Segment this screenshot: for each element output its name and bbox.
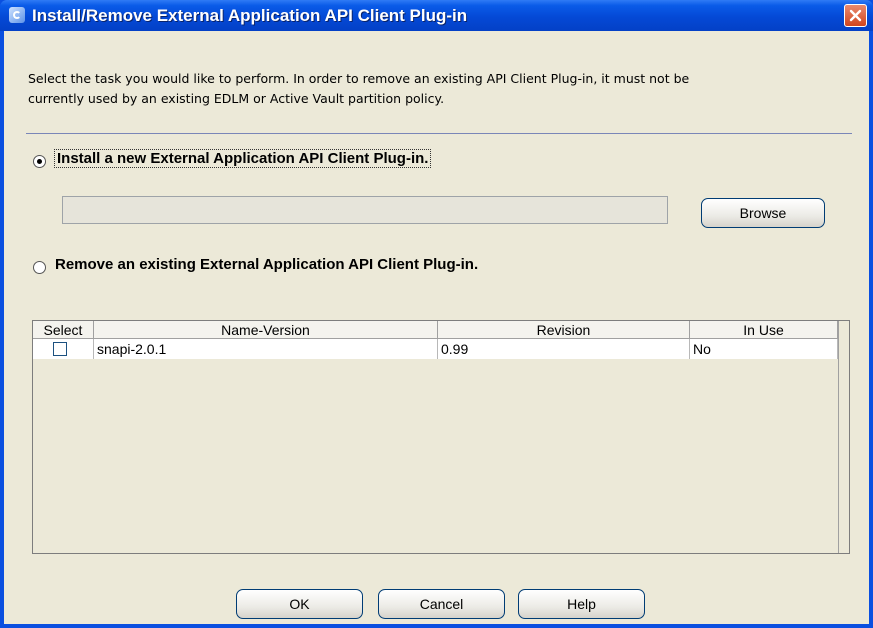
install-option-label[interactable]: Install a new External Application API C… bbox=[54, 149, 432, 168]
column-header-select[interactable]: Select bbox=[33, 321, 94, 339]
browse-button[interactable]: Browse bbox=[701, 198, 825, 228]
plugin-table[interactable]: Select Name-Version Revision In Use snap… bbox=[32, 320, 850, 554]
dialog-window: Install/Remove External Application API … bbox=[0, 0, 873, 628]
revision-cell: 0.99 bbox=[438, 339, 690, 359]
dialog-body: Select the task you would like to perfor… bbox=[4, 31, 869, 624]
close-button[interactable] bbox=[844, 4, 867, 27]
instructions-line-1: Select the task you would like to perfor… bbox=[28, 71, 690, 86]
table-row[interactable]: snapi-2.0.1 0.99 No bbox=[33, 339, 838, 359]
row-select-checkbox[interactable] bbox=[53, 342, 67, 356]
remove-radio[interactable] bbox=[33, 261, 46, 274]
column-header-in-use[interactable]: In Use bbox=[690, 321, 838, 339]
instructions-line-2: currently used by an existing EDLM or Ac… bbox=[28, 91, 445, 106]
install-radio[interactable] bbox=[33, 155, 46, 168]
table-header: Select Name-Version Revision In Use bbox=[33, 321, 849, 339]
ok-button[interactable]: OK bbox=[236, 589, 363, 619]
separator bbox=[26, 133, 852, 134]
name-version-cell: snapi-2.0.1 bbox=[94, 339, 438, 359]
select-cell[interactable] bbox=[33, 339, 94, 359]
column-header-name-version[interactable]: Name-Version bbox=[94, 321, 438, 339]
title-bar[interactable]: Install/Remove External Application API … bbox=[0, 0, 873, 31]
table-scrollbar[interactable] bbox=[838, 321, 849, 553]
remove-option-label[interactable]: Remove an existing External Application … bbox=[55, 256, 478, 273]
column-header-revision[interactable]: Revision bbox=[438, 321, 690, 339]
plugin-path-field[interactable] bbox=[62, 196, 668, 224]
close-icon bbox=[849, 9, 862, 22]
app-icon bbox=[9, 7, 25, 23]
help-button[interactable]: Help bbox=[518, 589, 645, 619]
window-title: Install/Remove External Application API … bbox=[32, 6, 468, 25]
instructions: Select the task you would like to perfor… bbox=[28, 69, 828, 109]
cancel-button[interactable]: Cancel bbox=[378, 589, 505, 619]
in-use-cell: No bbox=[690, 339, 838, 359]
